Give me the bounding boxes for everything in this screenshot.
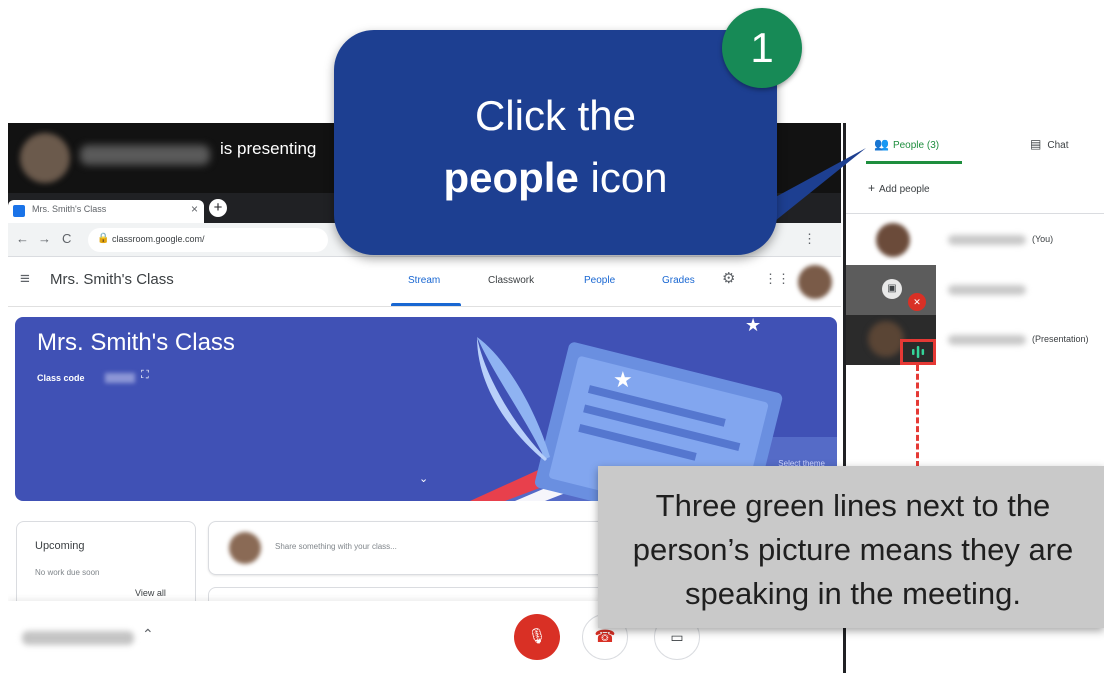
tab-people-panel[interactable]: 👥 People (3) — [874, 137, 939, 151]
callout-line-2: people icon — [334, 154, 777, 202]
url-input[interactable]: 🔒 classroom.google.com/ — [88, 228, 328, 252]
tab-people[interactable]: People — [584, 275, 615, 286]
upcoming-title: Upcoming — [35, 540, 85, 552]
participant-row[interactable]: (You) — [846, 215, 1104, 265]
chat-tab-label: Chat — [1047, 140, 1069, 151]
close-tab-icon[interactable]: × — [191, 202, 198, 216]
share-placeholder: Share something with your class... — [275, 542, 397, 551]
tab-classwork[interactable]: Classwork — [488, 275, 534, 286]
active-tab-indicator — [391, 303, 461, 306]
upcoming-card: Upcoming No work due soon View all — [16, 521, 196, 611]
chevron-up-icon[interactable]: ⌃ — [142, 626, 154, 643]
add-people-label: Add people — [879, 184, 930, 195]
class-code-label: Class code — [37, 373, 85, 383]
participant-thumbnail — [846, 315, 936, 365]
muted-mic-icon: ✕ — [908, 293, 926, 311]
people-tab-label: People (3) — [892, 140, 940, 151]
browser-tab-title: Mrs. Smith's Class — [32, 204, 107, 214]
fullscreen-icon[interactable]: ⛶ — [141, 369, 149, 382]
presenting-screen-icon: ▣ — [882, 279, 902, 299]
speaking-explanation-text: Three green lines next to the person’s p… — [632, 488, 1074, 611]
lock-icon: 🔒 — [97, 233, 110, 244]
avatar — [876, 223, 910, 257]
meeting-details-blurred[interactable] — [22, 631, 134, 645]
tab-chat[interactable]: ▤ Chat — [1030, 137, 1068, 151]
browser-menu-icon[interactable]: ⋮ — [803, 231, 816, 247]
hang-up-icon: ☎ — [594, 627, 616, 646]
participant-suffix: (You) — [1032, 234, 1054, 244]
url-text: classroom.google.com/ — [112, 234, 205, 244]
svg-text:★: ★ — [613, 367, 633, 392]
hamburger-menu-icon[interactable]: ≡ — [20, 269, 30, 289]
people-icon[interactable]: 👥 — [874, 137, 889, 151]
expand-banner-icon[interactable]: ⌄ — [419, 472, 428, 485]
svg-text:★: ★ — [745, 317, 761, 335]
callout-emphasis: people — [443, 154, 579, 201]
avatar — [229, 532, 261, 564]
forward-icon[interactable]: → — [38, 231, 51, 246]
speaking-indicator-highlight — [900, 339, 936, 365]
settings-gear-icon[interactable]: ⚙ — [722, 269, 735, 287]
add-people-button[interactable]: + Add people — [868, 181, 930, 195]
presenter-avatar — [20, 133, 70, 183]
reload-icon[interactable]: C — [62, 231, 71, 246]
class-title[interactable]: Mrs. Smith's Class — [50, 271, 174, 288]
banner-class-title: Mrs. Smith's Class — [37, 329, 235, 356]
participant-row[interactable]: (Presentation) — [846, 315, 1104, 365]
instruction-callout: Click the people icon — [334, 30, 777, 255]
presenter-name-blurred — [80, 145, 210, 165]
step-number-badge: 1 — [722, 8, 802, 88]
divider — [846, 213, 1104, 214]
connector-dashed-line — [916, 365, 919, 467]
avatar — [868, 321, 904, 357]
presenting-label: is presenting — [220, 139, 317, 158]
callout-line-1: Click the — [474, 92, 637, 139]
back-icon[interactable]: ← — [16, 231, 29, 246]
mute-microphone-button[interactable]: 🎙 — [514, 614, 560, 660]
tab-grades[interactable]: Grades — [662, 275, 695, 286]
speaking-green-lines-icon — [912, 346, 925, 358]
chat-icon: ▤ — [1030, 137, 1042, 151]
participant-thumbnail — [846, 215, 936, 265]
mic-off-icon: 🎙 — [527, 628, 547, 645]
participant-name-blurred — [948, 335, 1026, 345]
apps-grid-icon[interactable]: ⋮⋮ — [764, 271, 790, 287]
classroom-favicon-icon — [13, 205, 25, 217]
classroom-header: ≡ Mrs. Smith's Class Stream Classwork Pe… — [8, 257, 841, 307]
tab-stream[interactable]: Stream — [408, 275, 440, 286]
participant-name-blurred — [948, 235, 1026, 245]
participant-thumbnail: ▣ ✕ — [846, 265, 936, 315]
upcoming-empty-text: No work due soon — [35, 568, 100, 577]
participant-row[interactable]: ▣ ✕ — [846, 265, 1104, 315]
speaking-explanation-callout: Three green lines next to the person’s p… — [598, 466, 1104, 628]
participant-name-blurred — [948, 285, 1026, 295]
browser-tab[interactable]: Mrs. Smith's Class × — [8, 200, 204, 223]
class-code-value-blurred — [105, 373, 135, 383]
account-avatar[interactable] — [798, 265, 832, 299]
view-all-link[interactable]: View all — [135, 588, 166, 598]
camera-icon: ▭ — [670, 629, 684, 645]
add-person-icon: + — [868, 181, 876, 195]
active-tab-indicator — [866, 161, 962, 164]
new-tab-button[interactable]: + — [209, 199, 227, 217]
participant-suffix: (Presentation) — [1032, 334, 1089, 344]
callout-line-2-rest: icon — [578, 154, 668, 201]
